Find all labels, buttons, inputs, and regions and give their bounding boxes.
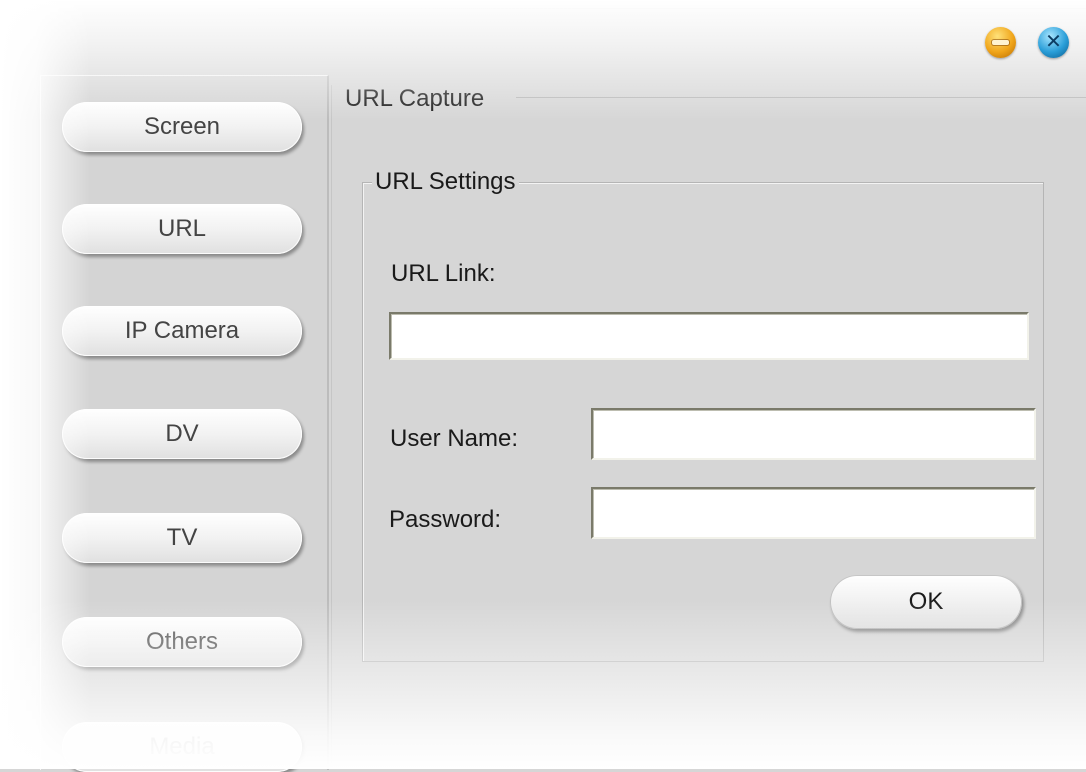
close-icon[interactable]: ✕ xyxy=(1038,27,1069,58)
capture-group-border-top xyxy=(516,97,1086,98)
top-divider xyxy=(40,8,1086,9)
sidebar-item-label: Others xyxy=(145,628,219,655)
sidebar-item-tv[interactable]: TV xyxy=(62,513,302,563)
minimize-icon[interactable] xyxy=(985,27,1016,58)
url-settings-title: URL Settings xyxy=(372,169,519,195)
sidebar-item-label: DV xyxy=(165,420,199,447)
sidebar-item-others[interactable]: Others xyxy=(62,617,302,667)
sidebar-item-url[interactable]: URL xyxy=(62,204,302,254)
user-name-label: User Name: xyxy=(390,425,519,452)
url-link-input[interactable] xyxy=(391,314,1027,358)
sidebar-item-label: URL xyxy=(157,215,206,242)
url-link-label: URL Link: xyxy=(391,260,496,287)
sidebar-item-label: Screen xyxy=(143,113,221,140)
user-name-input[interactable] xyxy=(593,410,1034,458)
sidebar-item-label: Media xyxy=(149,733,215,760)
ok-button-label: OK xyxy=(908,588,944,615)
capture-group-border xyxy=(331,85,332,769)
password-label: Password: xyxy=(389,506,502,533)
sidebar-item-label: TV xyxy=(166,524,198,551)
ok-button[interactable]: OK xyxy=(830,575,1022,629)
sidebar-item-screen[interactable]: Screen xyxy=(62,102,302,152)
url-capture-title: URL Capture xyxy=(342,86,488,112)
user-name-field-frame xyxy=(591,408,1036,460)
close-glyph: ✕ xyxy=(1045,31,1062,53)
sidebar-item-dv[interactable]: DV xyxy=(62,409,302,459)
sidebar-item-label: IP Camera xyxy=(124,317,240,344)
password-field-frame xyxy=(591,487,1036,539)
url-link-field-frame xyxy=(389,312,1029,360)
password-input[interactable] xyxy=(593,489,1034,537)
sidebar-item-ip-camera[interactable]: IP Camera xyxy=(62,306,302,356)
sidebar-item-media[interactable]: Media xyxy=(62,722,302,772)
